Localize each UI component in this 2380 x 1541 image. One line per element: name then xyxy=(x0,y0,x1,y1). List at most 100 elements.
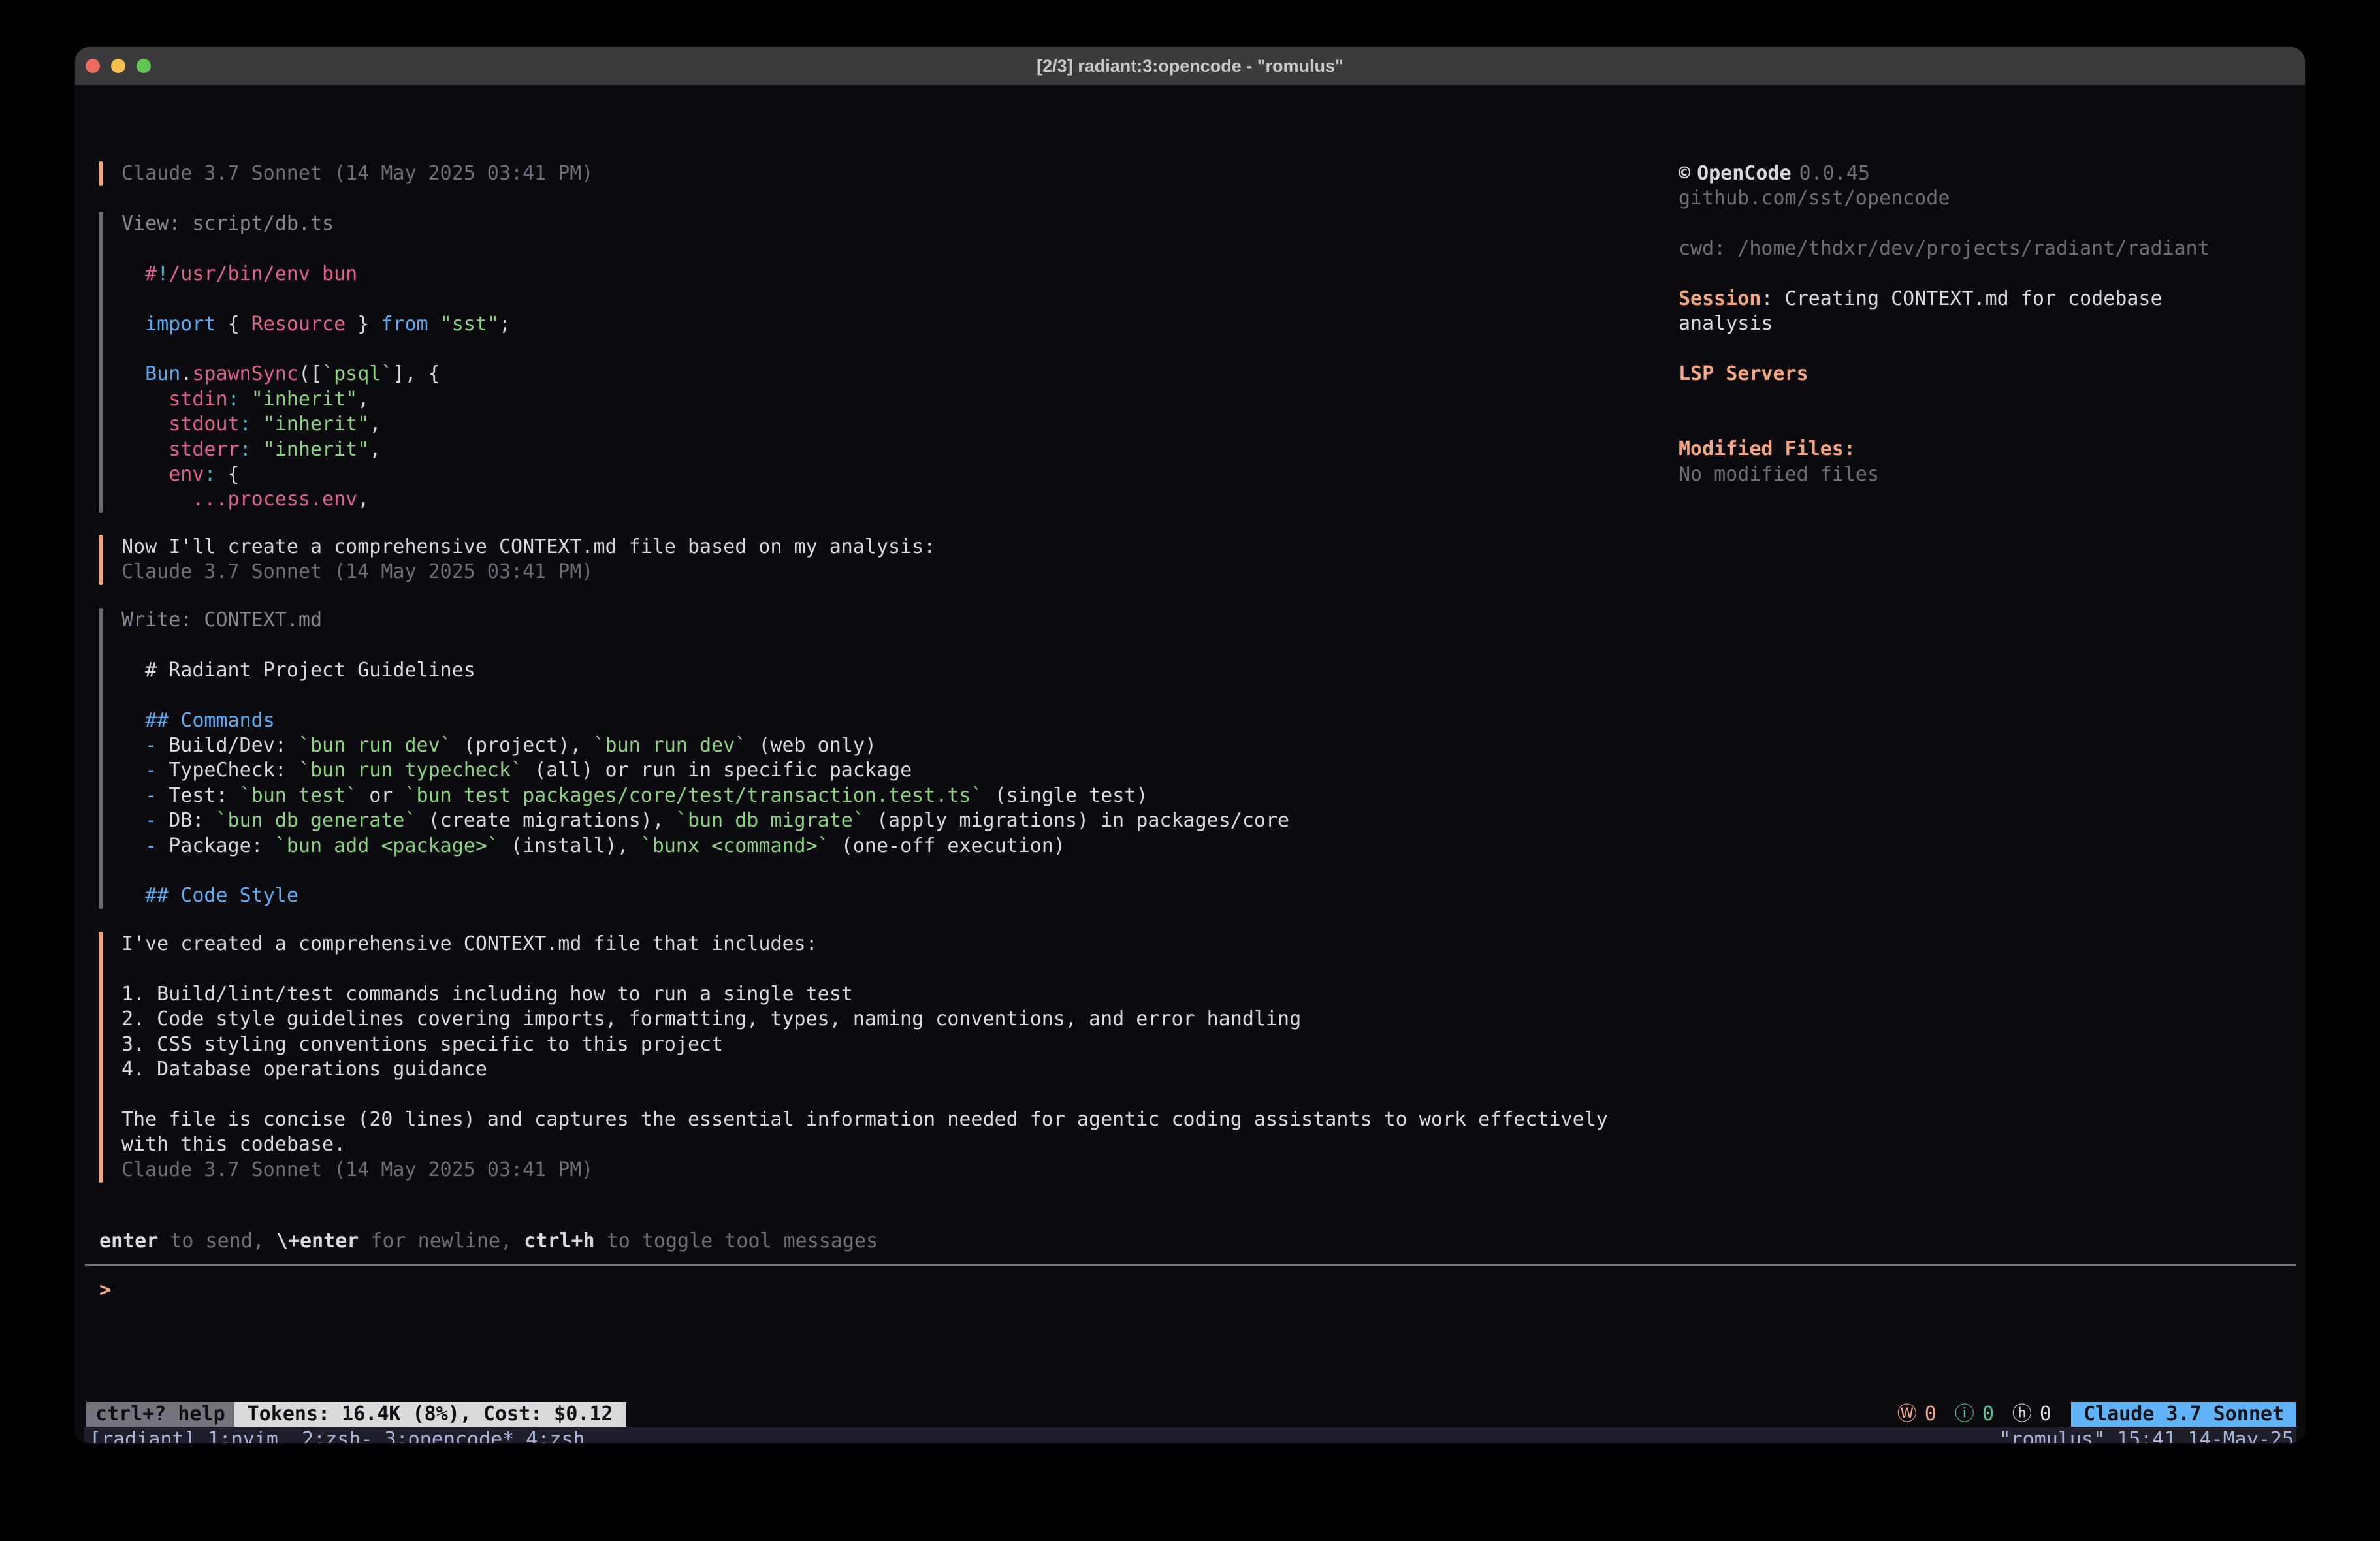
text-segment: (project), xyxy=(452,734,594,757)
session-label: Session xyxy=(1679,287,1761,310)
tool-accent-bar xyxy=(99,212,103,513)
text-segment: ## Code Style xyxy=(121,884,298,907)
text-segment: { xyxy=(228,313,251,336)
tokens-cost-indicator: Tokens: 16.4K (8%), Cost: $0.12 xyxy=(234,1402,626,1427)
text-segment: with this codebase. xyxy=(121,1133,346,1156)
text-segment: from xyxy=(381,313,440,336)
text-segment: } xyxy=(346,313,381,336)
hint-count: 0 xyxy=(2040,1402,2051,1427)
warning-count: 0 xyxy=(1925,1402,1937,1427)
text-segment: `bun test` xyxy=(240,784,358,807)
input-divider xyxy=(85,1264,2296,1266)
terminal-line: stderr: "inherit", xyxy=(121,437,511,462)
text-segment: (one-off execution) xyxy=(829,834,1065,857)
message-block: Now I'll create a comprehensive CONTEXT.… xyxy=(99,535,935,585)
message-input[interactable]: > xyxy=(99,1278,2294,1303)
text-segment: or xyxy=(357,784,404,807)
tmux-session-info: "romulus" 15:41 14-May-25 xyxy=(1999,1427,2296,1443)
text-segment: `bun run typecheck` xyxy=(298,759,523,782)
terminal-line: - Package: `bun add <package>` (install)… xyxy=(121,834,1289,859)
terminal-line: Claude 3.7 Sonnet (14 May 2025 03:41 PM) xyxy=(121,560,935,584)
text-segment: for newline, xyxy=(359,1230,524,1252)
lsp-servers-header: LSP Servers xyxy=(1679,362,2253,387)
text-segment: Write: CONTEXT.md xyxy=(121,609,322,631)
info-count: 0 xyxy=(1982,1402,1994,1427)
tmux-windows[interactable]: [radiant] 1:nvim 2:zsh- 3:opencode* 4:zs… xyxy=(84,1427,585,1443)
terminal-window: [2/3] radiant:3:opencode - "romulus" Cla… xyxy=(75,47,2305,1443)
text-segment: Bun xyxy=(121,362,180,385)
help-button[interactable]: ctrl+? help xyxy=(86,1402,234,1427)
text-segment: ! xyxy=(157,262,169,285)
terminal-line xyxy=(121,859,1289,883)
text-segment: \+enter xyxy=(276,1230,359,1252)
text-segment: : xyxy=(228,388,240,411)
tool-accent-bar xyxy=(99,608,103,909)
terminal-line: I've created a comprehensive CONTEXT.md … xyxy=(121,932,1608,957)
text-segment: (apply migrations) in packages/core xyxy=(865,809,1289,832)
text-segment: to toggle tool messages xyxy=(595,1230,878,1252)
text-segment: { xyxy=(216,463,240,486)
text-segment: 3. CSS styling conventions specific to t… xyxy=(121,1033,723,1056)
minimize-button[interactable] xyxy=(111,59,125,73)
text-segment xyxy=(251,438,263,461)
text-segment: stderr xyxy=(121,438,240,461)
text-segment: ; xyxy=(499,313,511,336)
terminal-line: The file is concise (20 lines) and captu… xyxy=(121,1107,1608,1132)
message-accent-bar xyxy=(99,932,103,1183)
close-button[interactable] xyxy=(86,59,100,73)
zoom-button[interactable] xyxy=(137,59,151,73)
app-name: OpenCode xyxy=(1697,162,1792,185)
text-segment: stdout xyxy=(121,413,240,436)
terminal-line: ...process.env, xyxy=(121,487,511,512)
text-segment: /usr/bin/env bun xyxy=(169,262,357,285)
diagnostics-indicators: Ⓦ 0 ⓘ 0 ⓗ 0 xyxy=(1897,1402,2051,1427)
terminal-line xyxy=(121,683,1289,708)
tool-output-block: View: script/db.ts #!/usr/bin/env bun im… xyxy=(99,212,511,513)
text-segment: ctrl+h xyxy=(524,1230,594,1252)
text-segment: : xyxy=(240,438,251,461)
text-segment xyxy=(251,413,263,436)
copyright-icon: © xyxy=(1679,162,1690,185)
text-segment: (install), xyxy=(499,834,641,857)
model-badge[interactable]: Claude 3.7 Sonnet xyxy=(2071,1402,2296,1427)
text-segment: ], { xyxy=(393,362,440,385)
terminal-line: 3. CSS styling conventions specific to t… xyxy=(121,1032,1608,1057)
text-segment: "inherit" xyxy=(263,438,370,461)
text-segment: enter xyxy=(99,1230,158,1252)
modified-files-header: Modified Files: xyxy=(1679,437,2253,462)
terminal-line: ## Commands xyxy=(121,708,1289,733)
text-segment: 4. Database operations guidance xyxy=(121,1058,487,1081)
text-segment: - xyxy=(121,759,169,782)
text-segment: stdin xyxy=(121,388,228,411)
text-segment: The file is concise (20 lines) and captu… xyxy=(121,1108,1608,1131)
modified-files-empty: No modified files xyxy=(1679,462,2253,487)
terminal-line xyxy=(121,1082,1608,1107)
text-segment: (create migrations), xyxy=(417,809,676,832)
text-segment: import xyxy=(121,313,228,336)
text-segment: (all) or run in specific package xyxy=(523,759,912,782)
input-hint: enter to send, \+enter for newline, ctrl… xyxy=(99,1229,878,1254)
text-segment: (web only) xyxy=(747,734,876,757)
text-segment: `bun run dev` xyxy=(298,734,452,757)
info-icon: ⓘ xyxy=(1955,1402,1974,1427)
text-segment: ## Commands xyxy=(121,709,275,732)
terminal-line: stdin: "inherit", xyxy=(121,387,511,412)
text-segment: : xyxy=(240,413,251,436)
text-segment: , xyxy=(369,413,381,436)
text-segment: . xyxy=(180,362,192,385)
terminal-line: - Build/Dev: `bun run dev` (project), `b… xyxy=(121,733,1289,758)
terminal-line: Now I'll create a comprehensive CONTEXT.… xyxy=(121,535,935,560)
text-segment: , xyxy=(357,388,369,411)
terminal-line: Claude 3.7 Sonnet (14 May 2025 03:41 PM) xyxy=(121,1158,1608,1183)
repo-link[interactable]: github.com/sst/opencode xyxy=(1679,186,2253,211)
text-segment: I've created a comprehensive CONTEXT.md … xyxy=(121,932,818,955)
terminal-line: View: script/db.ts xyxy=(121,212,511,236)
text-segment: `bun db migrate` xyxy=(676,809,865,832)
window-titlebar: [2/3] radiant:3:opencode - "romulus" xyxy=(75,47,2305,85)
text-segment: `bun test packages/core/test/transaction… xyxy=(405,784,983,807)
terminal-line: 2. Code style guidelines covering import… xyxy=(121,1007,1608,1032)
app-brand: ©OpenCode0.0.45 xyxy=(1679,161,2253,186)
text-segment: , xyxy=(369,438,381,461)
warning-icon: Ⓦ xyxy=(1897,1402,1917,1427)
terminal-line: Bun.spawnSync([`psql`], { xyxy=(121,362,511,387)
